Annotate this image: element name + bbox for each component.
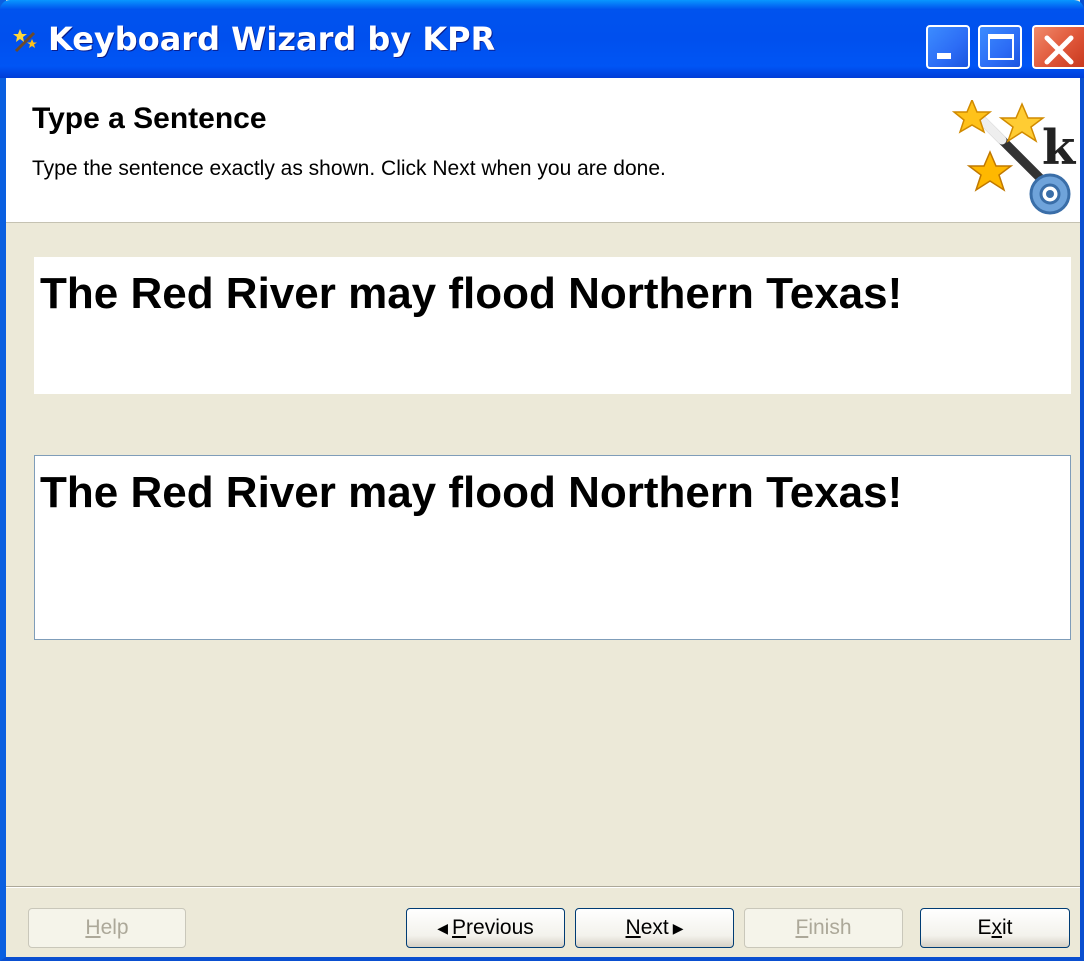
minimize-button[interactable]: [926, 25, 970, 69]
wizard-header: Type a Sentence Type the sentence exactl…: [6, 78, 1080, 223]
next-button[interactable]: Next ▶: [575, 908, 734, 948]
finish-button[interactable]: Finish: [744, 908, 903, 948]
help-button-mnemonic: H: [85, 916, 101, 939]
previous-button-label: revious: [466, 916, 534, 939]
wizard-window: Keyboard Wizard by KPR Type a Sentence T…: [0, 0, 1084, 961]
close-icon: [1044, 35, 1074, 65]
finish-button-label: inish: [808, 916, 852, 939]
footer-divider: [6, 886, 1080, 888]
help-button-label: elp: [100, 916, 129, 939]
left-arrow-icon: ◀: [437, 919, 449, 936]
maximize-button[interactable]: [978, 25, 1022, 69]
help-button[interactable]: Help: [28, 908, 186, 948]
exit-button-mnemonic: x: [991, 916, 1003, 939]
app-wizard-icon: [12, 27, 40, 55]
exit-button[interactable]: Exit: [920, 908, 1070, 948]
page-title: Type a Sentence: [32, 102, 267, 135]
page-instructions: Type the sentence exactly as shown. Clic…: [32, 157, 666, 180]
wizard-logo-icon: k: [950, 98, 1080, 218]
exit-button-prefix: E: [977, 916, 992, 939]
sentence-input[interactable]: [34, 455, 1071, 640]
title-bar[interactable]: Keyboard Wizard by KPR: [0, 0, 1084, 78]
target-sentence-panel: The Red River may flood Northern Texas!: [34, 257, 1071, 394]
previous-button[interactable]: ◀ Previous: [406, 908, 565, 948]
previous-button-mnemonic: P: [452, 916, 467, 939]
right-arrow-icon: ▶: [672, 919, 684, 936]
window-title: Keyboard Wizard by KPR: [48, 20, 496, 58]
next-button-mnemonic: N: [625, 916, 641, 939]
exit-button-label: it: [1002, 916, 1013, 939]
target-sentence: The Red River may flood Northern Texas!: [40, 269, 903, 318]
close-button[interactable]: [1032, 25, 1084, 69]
finish-button-mnemonic: F: [795, 916, 809, 939]
svg-text:k: k: [1042, 120, 1077, 176]
next-button-label: ext: [640, 916, 669, 939]
